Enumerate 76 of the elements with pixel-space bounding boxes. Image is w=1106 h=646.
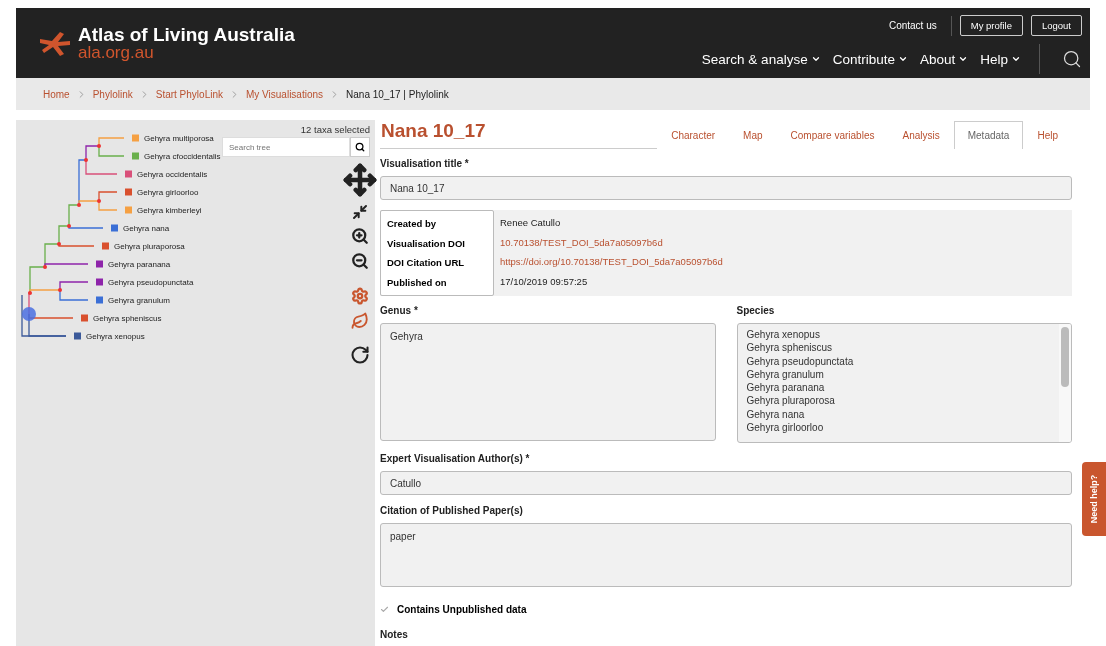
- search-icon: [355, 142, 365, 152]
- refresh-icon[interactable]: [350, 345, 370, 365]
- caret-icon: [958, 54, 969, 64]
- logo-icon: [38, 29, 72, 57]
- taxon-label[interactable]: Gehyra pluraporosa: [114, 242, 185, 251]
- info-label: Published on: [387, 275, 448, 290]
- species-option[interactable]: Gehyra xenopus: [746, 328, 1050, 342]
- search-field[interactable]: Search tree: [222, 137, 350, 157]
- field-label: Expert Visualisation Author(s) *: [380, 453, 531, 464]
- title-field[interactable]: Nana 10_17: [380, 176, 1072, 200]
- citation-field[interactable]: paper: [380, 523, 1072, 587]
- zoom-in-icon[interactable]: [351, 227, 369, 245]
- field-label: Notes: [380, 629, 409, 640]
- move-icon[interactable]: [343, 163, 377, 197]
- species-option[interactable]: Gehyra spheniscus: [746, 341, 1050, 355]
- site-url[interactable]: ala.org.au: [78, 44, 295, 61]
- breadcrumb-link[interactable]: Phylolink: [92, 88, 133, 100]
- taxon-label[interactable]: Gehyra nana: [123, 224, 170, 233]
- authors-field[interactable]: Catullo: [380, 471, 1072, 495]
- doi-link[interactable]: https://doi.org/10.70138/TEST_DOI_5da7a05097b6d: [500, 252, 723, 272]
- taxon-label[interactable]: Gehyra occidentalis: [137, 170, 208, 179]
- info-value: Renee Catullo: [500, 216, 562, 230]
- doi-link[interactable]: 10.70138/TEST_DOI_5da7a05097b6d: [500, 232, 723, 252]
- species-list[interactable]: Gehyra xenopus Gehyra spheniscus Gehyra pseudopunctata Gehyra granulum Gehyra paranana Gehyra pluraporosa Gehyra nana Gehyra girloorloo: [736, 323, 1072, 443]
- species-option[interactable]: Gehyra nana: [746, 407, 1050, 422]
- taxon-label[interactable]: Gehyra girloorloo: [137, 188, 199, 197]
- checkbox-label: Contains Unpublished data: [397, 604, 527, 615]
- taxon-label[interactable]: Gehyra granulum: [108, 296, 170, 305]
- settings-icon[interactable]: [351, 287, 369, 305]
- header-link[interactable]: Contact us: [888, 15, 952, 36]
- search-button[interactable]: [350, 137, 370, 157]
- breadcrumb-link[interactable]: Start PhyloLink: [155, 88, 223, 100]
- breadcrumb-link[interactable]: Home: [43, 88, 70, 100]
- leaf-icon[interactable]: [351, 312, 369, 330]
- need-help-tab[interactable]: Need help?: [1082, 462, 1106, 536]
- caret-icon: [810, 54, 821, 64]
- species-option[interactable]: Gehyra pluraporosa: [746, 394, 1050, 408]
- field-label: Genus *: [380, 305, 419, 316]
- species-option[interactable]: Gehyra girloorloo: [746, 421, 1050, 435]
- caret-icon: [897, 54, 908, 64]
- checkbox[interactable]: [380, 605, 389, 614]
- taxon-label[interactable]: Gehyra xenopus: [86, 332, 145, 341]
- species-option[interactable]: Gehyra granulum: [746, 367, 1050, 382]
- header-button[interactable]: My profile: [959, 15, 1023, 36]
- collapse-icon[interactable]: [352, 204, 368, 220]
- species-option[interactable]: Gehyra paranana: [746, 381, 1050, 395]
- taxon-label[interactable]: Gehyra cfoccidentalis: [144, 152, 221, 161]
- nav-menu-item[interactable]: Contribute: [832, 51, 908, 67]
- nav-menu-item[interactable]: Search & analyse: [701, 51, 821, 67]
- zoom-out-icon[interactable]: [351, 252, 369, 270]
- info-label: Created by: [387, 217, 438, 231]
- field-label: Visualisation title *: [380, 158, 470, 169]
- field-label: Citation of Published Paper(s): [380, 505, 524, 516]
- tab[interactable]: Metadata: [953, 121, 1024, 149]
- taxon-label[interactable]: Gehyra pseudopunctata: [108, 278, 194, 287]
- search-icon[interactable]: [1062, 49, 1082, 69]
- site-title[interactable]: Atlas of Living Australia: [78, 25, 295, 44]
- info-label: DOI Citation URL: [387, 256, 466, 270]
- breadcrumb-link[interactable]: Nana 10_17 | Phylolink: [346, 88, 449, 100]
- taxon-label[interactable]: Gehyra kimberleyi: [137, 206, 202, 215]
- taxon-label[interactable]: Gehyra paranana: [108, 260, 171, 269]
- taxon-label[interactable]: Gehyra spheniscus: [93, 314, 162, 323]
- selection-count: 12 taxa selected: [300, 124, 370, 135]
- header-button[interactable]: Logout: [1030, 15, 1082, 36]
- nav-menu-item[interactable]: About: [919, 51, 969, 67]
- info-label: Visualisation DOI: [387, 236, 466, 251]
- nav-menu-item[interactable]: Help: [980, 51, 1021, 67]
- genus-field[interactable]: Gehyra: [380, 323, 716, 441]
- visualisation-name: Nana 10_17: [381, 120, 486, 142]
- info-value: 17/10/2019 09:57:25: [500, 274, 589, 289]
- species-option[interactable]: Gehyra pseudopunctata: [746, 354, 1050, 368]
- field-label: Species: [736, 305, 776, 316]
- scrollbar-thumb[interactable]: [1061, 327, 1069, 387]
- taxon-label[interactable]: Gehyra multiporosa: [144, 134, 214, 143]
- breadcrumb-link[interactable]: My Visualisations: [246, 88, 324, 100]
- caret-icon: [1011, 54, 1021, 64]
